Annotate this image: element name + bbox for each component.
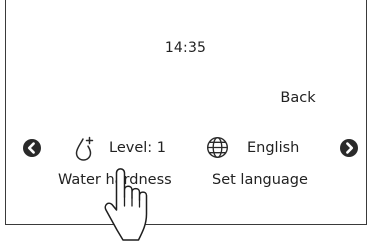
set-language-label: Set language (212, 172, 308, 188)
language-value: English (247, 140, 300, 156)
set-language-tile[interactable]: English Set language (206, 130, 326, 200)
chevron-right-icon (346, 142, 354, 154)
water-hardness-value: Level: 1 (109, 140, 166, 156)
water-drop-plus-icon (74, 136, 96, 166)
next-page-button[interactable] (340, 139, 358, 157)
back-button[interactable]: Back (270, 87, 326, 109)
previous-page-button[interactable] (23, 139, 41, 157)
water-hardness-label: Water hardness (58, 172, 172, 188)
chevron-left-icon (27, 142, 35, 154)
globe-icon (206, 136, 229, 163)
clock-time: 14:35 (164, 40, 207, 56)
water-hardness-tile[interactable]: Level: 1 Water hardness (58, 130, 196, 200)
